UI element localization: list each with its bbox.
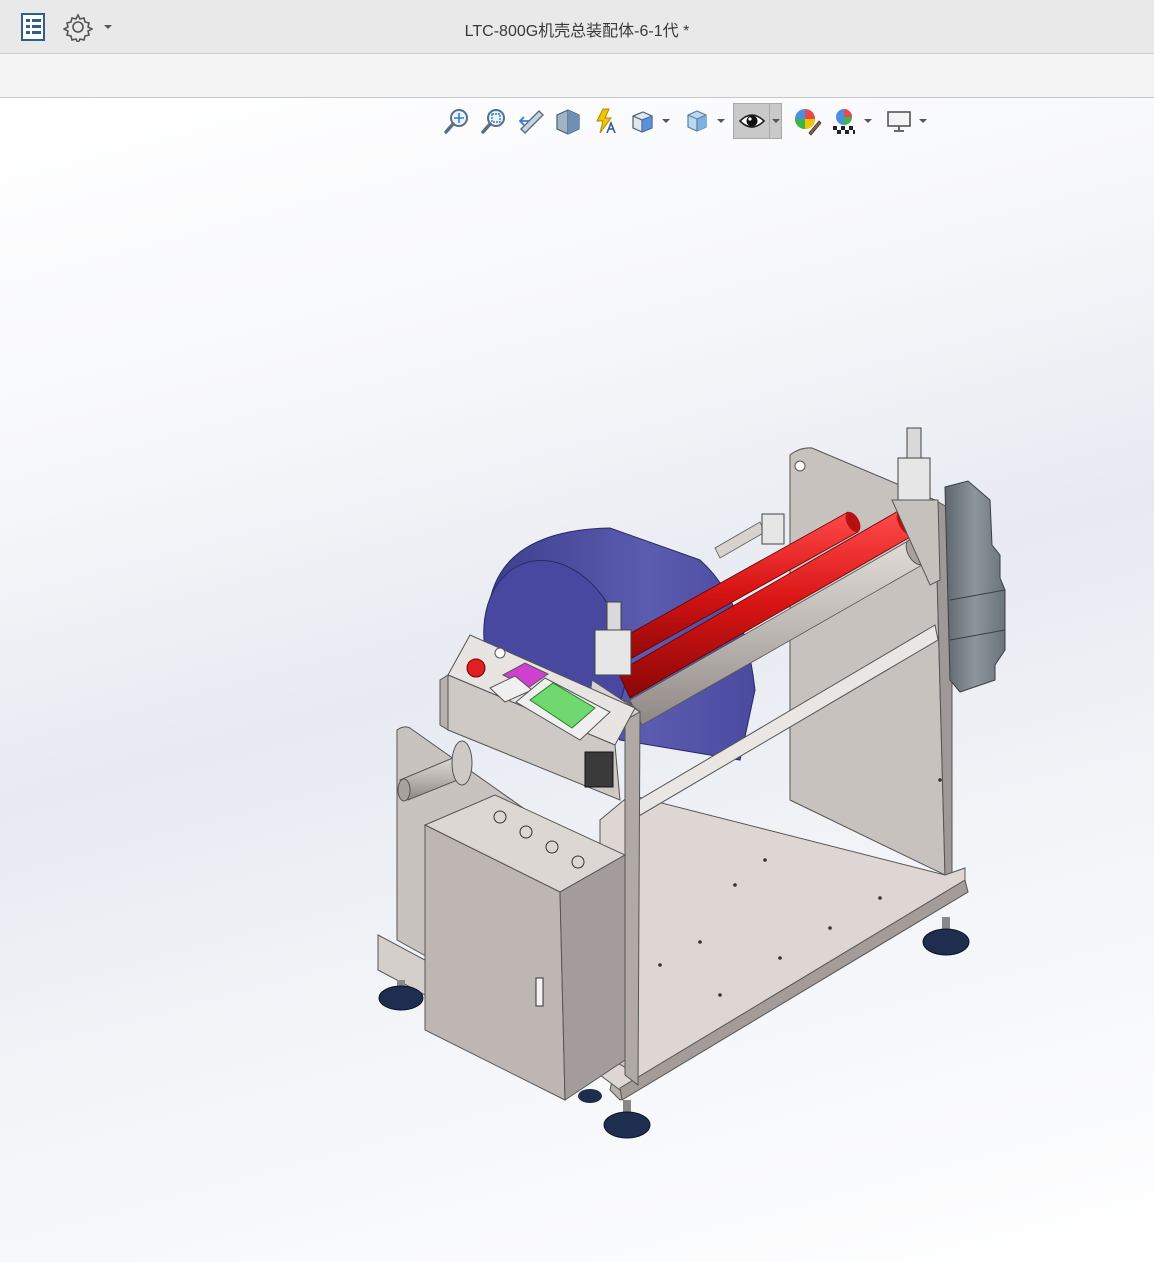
machine-assembly-model[interactable]	[0, 98, 1154, 1262]
gear-motor	[944, 480, 1006, 693]
title-bar: LTC-800G机壳总装配体-6-1代 *	[0, 0, 1154, 54]
document-title: LTC-800G机壳总装配体-6-1代 *	[464, 23, 690, 40]
graphics-area[interactable]	[0, 98, 1154, 1262]
command-manager	[0, 54, 1154, 98]
